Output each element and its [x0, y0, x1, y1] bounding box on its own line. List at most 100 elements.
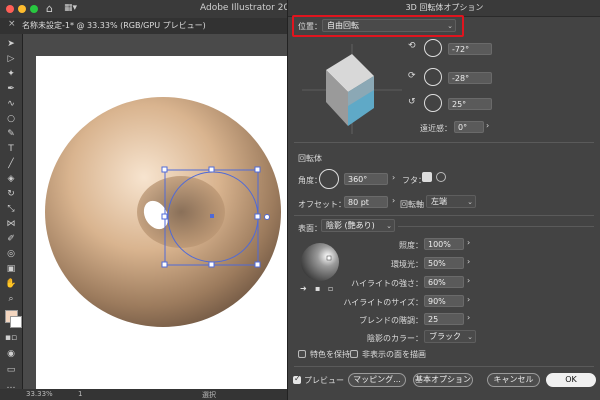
- cancel-button[interactable]: キャンセル: [487, 373, 540, 387]
- new-light-icon[interactable]: ▪: [315, 284, 320, 293]
- angle-arrow-icon[interactable]: ›: [392, 173, 395, 182]
- donut-3d-artwork[interactable]: [23, 34, 290, 389]
- status-mode[interactable]: 選択: [202, 390, 216, 400]
- blend-steps-field[interactable]: 25: [424, 313, 464, 325]
- chevron-down-icon: ⌄: [447, 22, 453, 30]
- position-label: 位置：: [298, 22, 322, 31]
- intensity-field[interactable]: 100%: [424, 238, 464, 250]
- scale-tool-icon[interactable]: ⤡: [4, 203, 18, 215]
- ok-button[interactable]: OK: [546, 373, 596, 387]
- highlight-size-arrow-icon[interactable]: ›: [467, 295, 470, 304]
- direct-selection-tool-icon[interactable]: ▷: [4, 53, 18, 65]
- type-tool-icon[interactable]: T: [4, 143, 18, 155]
- width-tool-icon[interactable]: ⋈: [4, 218, 18, 230]
- draw-mode-icon[interactable]: ◉: [4, 348, 18, 360]
- divider: [398, 226, 594, 227]
- highlight-size-field[interactable]: 90%: [424, 295, 464, 307]
- home-icon[interactable]: ⌂: [46, 2, 53, 15]
- checkmark-icon: ✓: [294, 374, 301, 383]
- stroke-color-swatch[interactable]: [10, 316, 22, 328]
- x-rotation-field[interactable]: -72°: [448, 43, 492, 55]
- divider: [294, 215, 594, 216]
- highlight-intensity-label: ハイライトの強さ：: [351, 279, 423, 288]
- axis-dropdown[interactable]: 左端 ⌄: [426, 195, 476, 208]
- surface-dropdown[interactable]: 陰影 (艶あり) ⌄: [321, 219, 395, 232]
- z-rotation-dial[interactable]: [424, 94, 442, 112]
- curvature-tool-icon[interactable]: ∿: [4, 98, 18, 110]
- zoom-tool-icon[interactable]: ⌕: [4, 293, 18, 305]
- angle-field[interactable]: 360°: [344, 173, 388, 185]
- line-tool-icon[interactable]: ╱: [4, 158, 18, 170]
- ambient-field[interactable]: 50%: [424, 257, 464, 269]
- shade-color-label: 陰影のカラー：: [367, 334, 423, 343]
- intensity-arrow-icon[interactable]: ›: [467, 238, 470, 247]
- y-rotation-dial[interactable]: [424, 68, 442, 86]
- status-bar: 33.33% 1 選択: [0, 389, 290, 400]
- blend-steps-arrow-icon[interactable]: ›: [467, 313, 470, 322]
- position-value: 自由回転: [327, 21, 359, 30]
- rotate-tool-icon[interactable]: ↻: [4, 188, 18, 200]
- cap-off-icon[interactable]: [436, 172, 446, 182]
- offset-field[interactable]: 80 pt: [344, 196, 388, 208]
- magic-wand-icon[interactable]: ✦: [4, 68, 18, 80]
- y-axis-rotate-icon: ⟳: [408, 71, 416, 81]
- paintbrush-icon[interactable]: ✎: [4, 128, 18, 140]
- position-dropdown[interactable]: 自由回転 ⌄: [322, 19, 456, 32]
- chevron-down-icon: ⌄: [467, 333, 473, 341]
- artboard-number[interactable]: 1: [78, 390, 82, 398]
- zoom-level[interactable]: 33.33%: [26, 390, 53, 398]
- z-axis-rotate-icon: ↺: [408, 97, 416, 107]
- eyedropper-icon[interactable]: ✐: [4, 233, 18, 245]
- hand-tool-icon[interactable]: ✋: [4, 278, 18, 290]
- ambient-label: 環境光：: [391, 260, 423, 269]
- cap-on-icon[interactable]: [422, 172, 432, 182]
- highlight-intensity-field[interactable]: 60%: [424, 276, 464, 288]
- perspective-arrow-icon[interactable]: ›: [486, 121, 489, 130]
- mapping-button[interactable]: マッピング...: [348, 373, 406, 387]
- blend-steps-label: ブレンドの階調：: [359, 316, 423, 325]
- angle-dial[interactable]: [319, 169, 339, 189]
- color-mode-icon[interactable]: ▪▫: [4, 332, 18, 344]
- document-tab-bar: × 名称未設定-1* @ 33.33% (RGB/GPU プレビュー): [0, 18, 290, 35]
- shade-color-dropdown[interactable]: ブラック ⌄: [424, 330, 476, 343]
- close-window-button[interactable]: [6, 5, 14, 13]
- blend-tool-icon[interactable]: ◎: [4, 248, 18, 260]
- basic-options-button[interactable]: 基本オプション: [413, 373, 473, 387]
- divider: [294, 366, 594, 367]
- surface-label: 表面：: [298, 224, 322, 233]
- delete-light-icon[interactable]: ▫: [328, 284, 333, 293]
- revolve-section-header: 回転体: [298, 154, 322, 163]
- perspective-field[interactable]: 0°: [454, 121, 484, 133]
- lighting-sphere-preview[interactable]: [300, 242, 340, 282]
- hidden-faces-checkbox[interactable]: [350, 350, 358, 358]
- close-tab-icon[interactable]: ×: [8, 19, 16, 29]
- x-rotation-dial[interactable]: [424, 39, 442, 57]
- highlight-intensity-arrow-icon[interactable]: ›: [467, 276, 470, 285]
- chevron-down-icon: ⌄: [386, 222, 392, 230]
- ambient-arrow-icon[interactable]: ›: [467, 257, 470, 266]
- offset-arrow-icon[interactable]: ›: [392, 196, 395, 205]
- highlight-size-label: ハイライトのサイズ：: [343, 298, 423, 307]
- ellipse-tool-icon[interactable]: ○: [4, 113, 18, 125]
- workspace-grid-icon[interactable]: ▦▾: [64, 3, 77, 13]
- eraser-icon[interactable]: ◈: [4, 173, 18, 185]
- screen-mode-icon[interactable]: ▭: [4, 364, 18, 376]
- preserve-spot-label: 特色を保持: [310, 350, 350, 359]
- y-rotation-field[interactable]: -28°: [448, 72, 492, 84]
- artboard-tool-icon[interactable]: ▣: [4, 263, 18, 275]
- pen-tool-icon[interactable]: ✒: [4, 83, 18, 95]
- zoom-window-button[interactable]: [30, 5, 38, 13]
- chevron-down-icon: ⌄: [467, 198, 473, 206]
- preserve-spot-checkbox[interactable]: [298, 350, 306, 358]
- selection-tool-icon[interactable]: ➤: [4, 38, 18, 50]
- tools-panel: ➤ ▷ ✦ ✒ ∿ ○ ✎ T ╱ ◈ ↻ ⤡ ⋈ ✐ ◎ ▣ ✋ ⌕ ▪▫ ◉…: [0, 34, 23, 400]
- offset-label: オフセット：: [298, 200, 346, 209]
- rotation-cube-preview[interactable]: [302, 44, 402, 134]
- z-rotation-field[interactable]: 25°: [448, 98, 492, 110]
- document-tab-label[interactable]: 名称未設定-1* @ 33.33% (RGB/GPU プレビュー): [22, 18, 206, 34]
- axis-label: 回転軸: [400, 200, 424, 209]
- hidden-faces-label: 非表示の面を描画: [362, 350, 426, 359]
- minimize-window-button[interactable]: [18, 5, 26, 13]
- move-light-back-icon[interactable]: ➜: [300, 284, 307, 293]
- preview-checkbox[interactable]: ✓: [293, 374, 301, 384]
